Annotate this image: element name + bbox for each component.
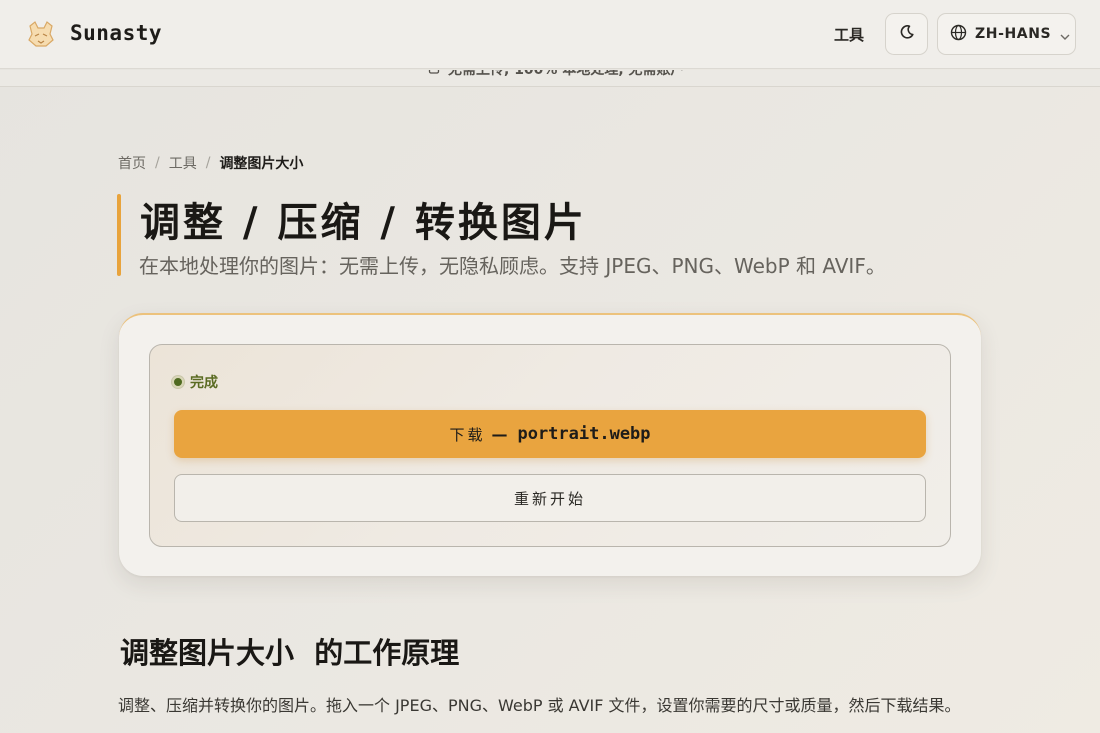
lock-icon [428, 70, 448, 78]
top-header: Sunasty 工具 ZH-HANS [0, 0, 1100, 69]
fox-logo-icon[interactable] [26, 20, 56, 48]
title-accent-bar [117, 194, 121, 276]
restart-label: 重新开始 [513, 489, 586, 508]
nav-tools-link[interactable]: 工具 [834, 24, 864, 45]
globe-icon [950, 24, 967, 45]
privacy-banner: 无需上传, 100% 本地处理, 无需账户 [0, 70, 1100, 87]
breadcrumb-home[interactable]: 首页 [118, 153, 146, 173]
banner-text: 无需上传, 100% 本地处理, 无需账户 [448, 70, 685, 78]
brand-name[interactable]: Sunasty [70, 21, 162, 45]
restart-button[interactable]: 重新开始 [174, 474, 926, 522]
status-indicator: 完成 [172, 372, 218, 392]
breadcrumb-separator: / [155, 155, 160, 171]
breadcrumb: 首页 / 工具 / 调整图片大小 [118, 153, 303, 173]
breadcrumb-separator: / [205, 155, 211, 171]
breadcrumb-tools[interactable]: 工具 [169, 153, 197, 173]
download-label: 下载 [449, 425, 486, 444]
status-dot [172, 376, 184, 388]
how-it-works-title: 调整图片大小 的工作原理 [120, 636, 460, 670]
download-button[interactable]: 下载 — portrait.webp [174, 410, 926, 458]
chevron-down-icon [1060, 25, 1070, 44]
theme-toggle-button[interactable] [885, 13, 928, 55]
language-selector[interactable]: ZH-HANS [937, 13, 1076, 55]
breadcrumb-current: 调整图片大小 [219, 156, 304, 172]
page-title: 调整 / 压缩 / 转换图片 [140, 199, 587, 246]
download-filename: portrait.webp [517, 424, 651, 444]
result-panel: 完成 下载 — portrait.webp 重新开始 [149, 344, 951, 547]
result-card: 完成 下载 — portrait.webp 重新开始 [119, 313, 981, 576]
language-label: ZH-HANS [975, 26, 1052, 42]
moon-icon [899, 24, 915, 44]
how-it-works-body: 调整、压缩并转换你的图片。拖入一个 JPEG、PNG、WebP 或 AVIF 文… [118, 696, 961, 715]
download-dash: — [491, 424, 508, 444]
status-text: 完成 [190, 375, 218, 391]
page-subtitle: 在本地处理你的图片：无需上传，无隐私顾虑。支持 JPEG、PNG、WebP 和 … [139, 254, 886, 278]
